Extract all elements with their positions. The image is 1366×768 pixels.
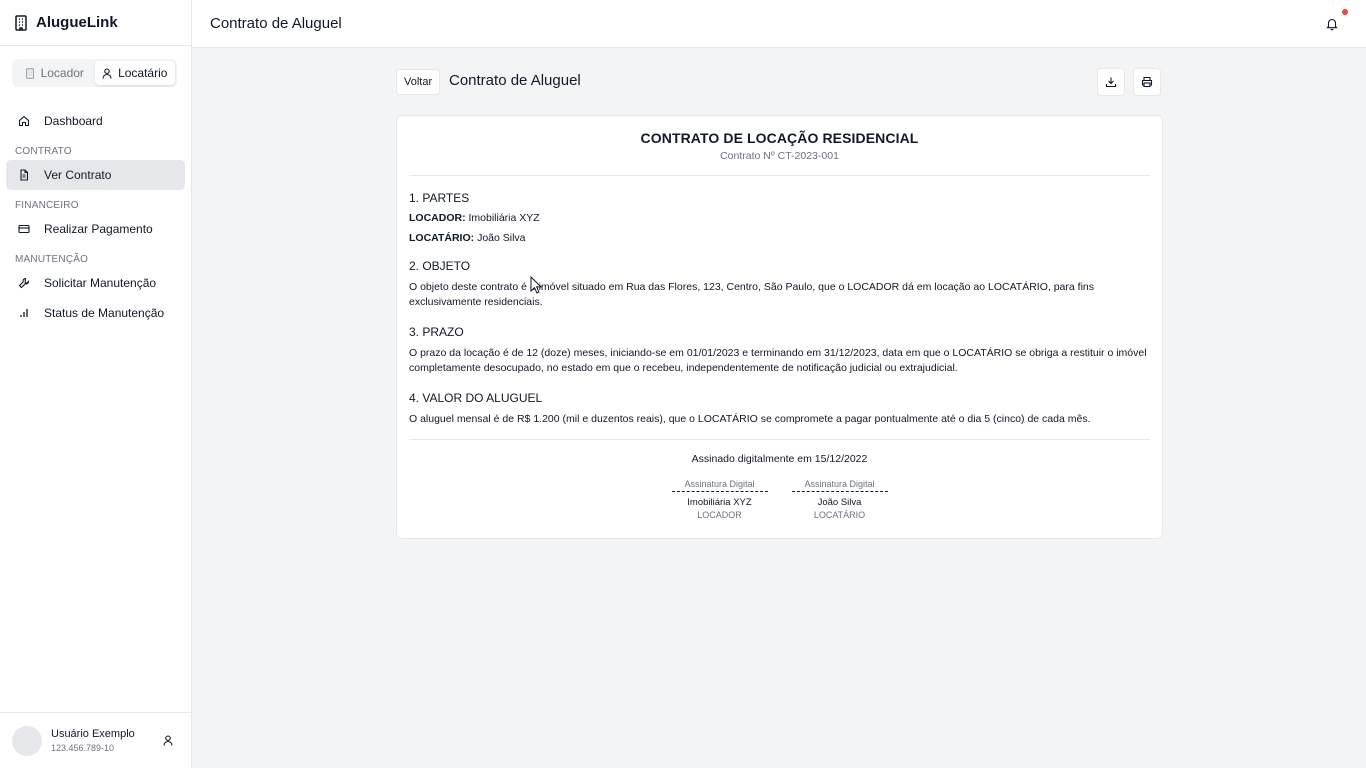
page-title: Contrato de Aluguel (449, 72, 581, 89)
download-icon (1105, 77, 1117, 88)
signed-date: Assinado digitalmente em 15/12/2022 (691, 453, 868, 465)
sidebar-nav: Dashboard CONTRATO Ver Contrato FINANCEI… (0, 106, 191, 328)
role-tenant-label: Locatário (118, 66, 168, 80)
notification-dot (1342, 9, 1348, 15)
page-header: Voltar Contrato de Aluguel (396, 68, 1163, 96)
avatar[interactable] (12, 725, 42, 756)
divider (409, 175, 1150, 176)
section-object-title: 2. OBJETO (409, 259, 471, 273)
role-tenant-button[interactable]: Locatário (94, 61, 175, 85)
section-term-text: O prazo da locação é de 12 (doze) meses,… (409, 347, 1147, 374)
sidebar-item-dashboard[interactable]: Dashboard (6, 106, 185, 136)
user-box: Usuário Exemplo 123.456.789-10 (0, 712, 191, 768)
section-parties-title: 1. PARTES (409, 191, 470, 205)
section-rent-title: 4. VALOR DO ALUGUEL (409, 391, 543, 405)
landlord-line: LOCADOR: Imobiliária XYZ (409, 212, 1150, 224)
contract-title: CONTRATO DE LOCAÇÃO RESIDENCIAL (640, 130, 919, 146)
sidebar: AlugueLink Locador Locatário Dashboard C… (0, 0, 192, 768)
user-menu-icon[interactable] (163, 735, 173, 746)
user-id: 123.456.789-10 (51, 743, 115, 753)
signature-role: LOCADOR (697, 510, 742, 520)
signature-name: Imobiliária XYZ (687, 497, 752, 508)
building-icon (25, 67, 34, 79)
role-landlord-label: Locador (40, 66, 84, 80)
tenant-label: LOCATÁRIO: (409, 232, 475, 244)
section-rent-text: O aluguel mensal é de R$ 1.200 (mil e du… (409, 413, 1091, 425)
nav-section-contract: CONTRATO (15, 146, 72, 157)
sidebar-item-maintenance-status[interactable]: Status de Manutenção (6, 298, 185, 328)
section-term-title: 3. PRAZO (409, 325, 464, 339)
print-button[interactable] (1133, 68, 1161, 96)
brand[interactable]: AlugueLink (0, 0, 191, 46)
divider (409, 439, 1150, 440)
sidebar-item-label: Realizar Pagamento (44, 222, 153, 236)
download-button[interactable] (1097, 68, 1125, 96)
user-icon (102, 67, 112, 79)
role-switch: Locador Locatário (12, 59, 177, 87)
signature-landlord: Assinatura Digital Imobiliária XYZ LOCAD… (671, 479, 768, 520)
back-button[interactable]: Voltar (396, 69, 441, 95)
sidebar-item-make-payment[interactable]: Realizar Pagamento (6, 214, 185, 244)
app-name: AlugueLink (36, 14, 118, 31)
home-icon (18, 115, 30, 127)
file-text-icon (20, 169, 29, 181)
tenant-value: João Silva (477, 232, 526, 244)
sidebar-item-label: Solicitar Manutenção (44, 276, 157, 290)
signature-role: LOCATÁRIO (813, 510, 866, 520)
contract-number: Contrato Nº CT-2023-001 (720, 150, 839, 162)
mouse-cursor-icon (530, 276, 542, 294)
tenant-line: LOCATÁRIO: João Silva (409, 232, 1150, 244)
sidebar-item-request-maintenance[interactable]: Solicitar Manutenção (6, 268, 185, 298)
topbar: Contrato de Aluguel (192, 0, 1366, 48)
signature-label: Assinatura Digital (671, 479, 768, 492)
section-object-text: O objeto deste contrato é o imóvel situa… (409, 281, 1094, 308)
signature-tenant: Assinatura Digital João Silva LOCATÁRIO (791, 479, 888, 520)
credit-card-icon (18, 224, 30, 234)
nav-section-finance: FINANCEIRO (15, 200, 79, 211)
role-landlord-button[interactable]: Locador (14, 61, 95, 85)
sidebar-item-label: Ver Contrato (44, 168, 112, 182)
user-name: Usuário Exemplo (51, 728, 135, 740)
user-info: Usuário Exemplo 123.456.789-10 (51, 728, 163, 753)
printer-icon (1141, 76, 1153, 88)
contract-body: 1. PARTES LOCADOR: Imobiliária XYZ LOCAT… (397, 191, 1162, 427)
landlord-label: LOCADOR: (409, 212, 466, 224)
sidebar-item-label: Status de Manutenção (44, 306, 165, 320)
signatures: Assinatura Digital Imobiliária XYZ LOCAD… (397, 479, 1162, 520)
sidebar-item-view-contract[interactable]: Ver Contrato (6, 160, 185, 190)
wrench-icon (18, 277, 30, 289)
sidebar-item-label: Dashboard (44, 114, 103, 128)
contract-header: CONTRATO DE LOCAÇÃO RESIDENCIAL Contrato… (397, 116, 1162, 162)
topbar-title: Contrato de Aluguel (210, 15, 342, 32)
landlord-value: Imobiliária XYZ (468, 212, 540, 224)
signature-label: Assinatura Digital (791, 479, 888, 492)
nav-section-maintenance: MANUTENÇÃO (15, 254, 89, 265)
signature-name: João Silva (817, 497, 862, 508)
bell-icon[interactable] (1325, 17, 1339, 31)
building-icon (15, 14, 27, 31)
bar-chart-icon (20, 309, 28, 317)
contract-card: CONTRATO DE LOCAÇÃO RESIDENCIAL Contrato… (396, 115, 1163, 539)
